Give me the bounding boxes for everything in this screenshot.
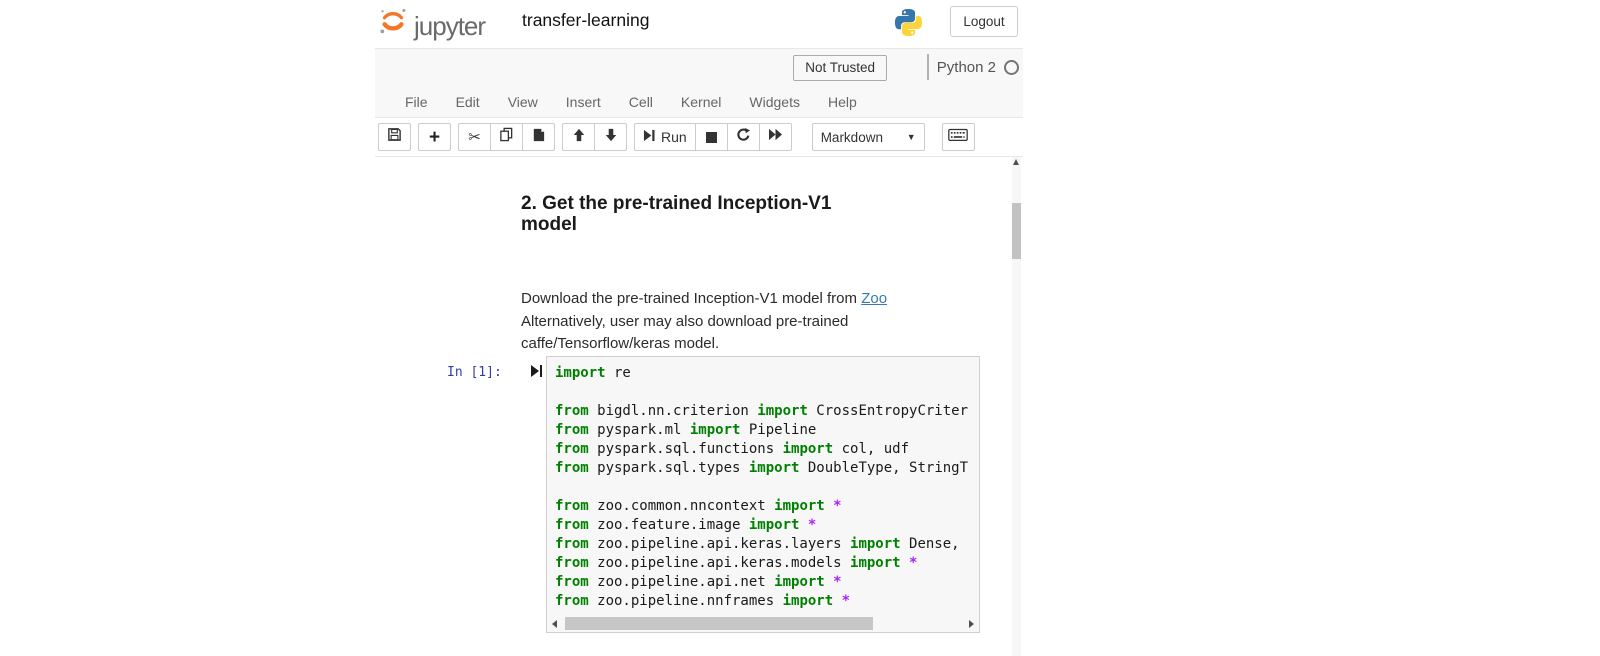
scroll-up-arrow-icon[interactable] <box>1013 159 1019 165</box>
restart-kernel-button[interactable] <box>727 123 760 151</box>
cut-cell-button[interactable]: ✂ <box>458 123 491 151</box>
menu-insert[interactable]: Insert <box>552 86 615 118</box>
menubar: File Edit View Insert Cell Kernel Widget… <box>375 86 1023 118</box>
menu-band: Not Trusted Python 2 File Edit View Inse… <box>375 48 1023 118</box>
kernel-idle-indicator-icon <box>1004 60 1019 75</box>
restart-icon <box>736 127 751 147</box>
vertical-scroll-thumb[interactable] <box>1012 203 1021 259</box>
python-logo-icon <box>893 7 924 43</box>
menu-view[interactable]: View <box>494 86 552 118</box>
heading-line-2: model <box>521 214 921 235</box>
kernel-name: Python 2 <box>937 59 996 76</box>
restart-run-all-button[interactable] <box>759 123 792 151</box>
markdown-paragraph: Download the pre-trained Inception-V1 mo… <box>521 288 921 356</box>
input-prompt: In [1]: <box>447 365 502 380</box>
command-palette-button[interactable] <box>942 123 975 151</box>
jupyter-planet-icon <box>378 6 408 41</box>
horizontal-scroll-thumb[interactable] <box>565 617 873 630</box>
arrow-up-icon <box>572 128 586 147</box>
heading-line-1: 2. Get the pre-trained Inception-V1 <box>521 193 921 214</box>
cell-run-icon[interactable] <box>530 364 543 383</box>
jupyter-logo-text: jupyter <box>414 11 485 41</box>
menu-file[interactable]: File <box>391 86 442 118</box>
run-step-forward-icon <box>643 129 656 145</box>
para-text-2: Alternatively, user may also download pr… <box>521 313 848 330</box>
save-button[interactable] <box>378 123 411 151</box>
not-trusted-button[interactable]: Not Trusted <box>793 55 887 81</box>
cell-type-value: Markdown <box>821 130 883 145</box>
chevron-down-icon: ▼ <box>907 132 916 142</box>
save-icon <box>387 127 402 147</box>
notebook-vertical-scrollbar[interactable] <box>1012 157 1021 656</box>
menu-kernel[interactable]: Kernel <box>667 86 735 118</box>
markdown-cell[interactable]: 2. Get the pre-trained Inception-V1 mode… <box>521 193 921 356</box>
keyboard-icon <box>948 127 968 147</box>
notebook-container: 2. Get the pre-trained Inception-V1 mode… <box>375 157 1023 656</box>
insert-cell-below-button[interactable]: + <box>418 123 451 151</box>
content-column: jupyter transfer-learning Logout Not Tru… <box>375 0 1023 656</box>
paste-icon <box>531 127 546 147</box>
toolbar: + ✂ <box>375 118 1023 157</box>
kernel-separator <box>927 54 929 80</box>
run-button[interactable]: Run <box>634 123 696 151</box>
code-horizontal-scrollbar[interactable] <box>547 615 979 632</box>
interrupt-kernel-button[interactable] <box>695 123 728 151</box>
jupyter-logo[interactable]: jupyter <box>378 6 485 41</box>
plus-icon: + <box>429 128 440 147</box>
zoo-link[interactable]: Zoo <box>861 290 887 307</box>
paste-cell-button[interactable] <box>522 123 555 151</box>
para-text-3: caffe/Tensorflow/keras model. <box>521 335 719 352</box>
logout-button[interactable]: Logout <box>950 6 1018 37</box>
stop-icon <box>706 132 717 143</box>
fast-forward-icon <box>768 128 783 146</box>
cell-type-dropdown[interactable]: Markdown ▼ <box>812 123 925 151</box>
scissors-icon: ✂ <box>468 130 481 145</box>
copy-cell-button[interactable] <box>490 123 523 151</box>
menu-help[interactable]: Help <box>814 86 871 118</box>
arrow-down-icon <box>604 128 618 147</box>
move-cell-up-button[interactable] <box>562 123 595 151</box>
code-area[interactable]: import re from bigdl.nn.criterion import… <box>547 357 979 611</box>
menu-cell[interactable]: Cell <box>615 86 667 118</box>
copy-icon <box>499 127 514 147</box>
menu-edit[interactable]: Edit <box>442 86 494 118</box>
run-label: Run <box>661 129 687 145</box>
scroll-left-arrow-icon[interactable] <box>552 620 557 628</box>
para-text-1: Download the pre-trained Inception-V1 mo… <box>521 290 861 307</box>
notebook-title[interactable]: transfer-learning <box>522 10 649 31</box>
scroll-right-arrow-icon[interactable] <box>969 620 974 628</box>
notebook-header: jupyter transfer-learning Logout <box>375 0 1023 48</box>
trust-row: Not Trusted Python 2 <box>375 49 1023 86</box>
code-input-box[interactable]: import re from bigdl.nn.criterion import… <box>546 356 980 633</box>
move-cell-down-button[interactable] <box>594 123 627 151</box>
jupyter-notebook-app: jupyter transfer-learning Logout Not Tru… <box>0 0 1600 656</box>
kernel-cluster: Python 2 <box>927 54 1019 80</box>
markdown-heading: 2. Get the pre-trained Inception-V1 mode… <box>521 193 921 235</box>
menu-widgets[interactable]: Widgets <box>735 86 814 118</box>
